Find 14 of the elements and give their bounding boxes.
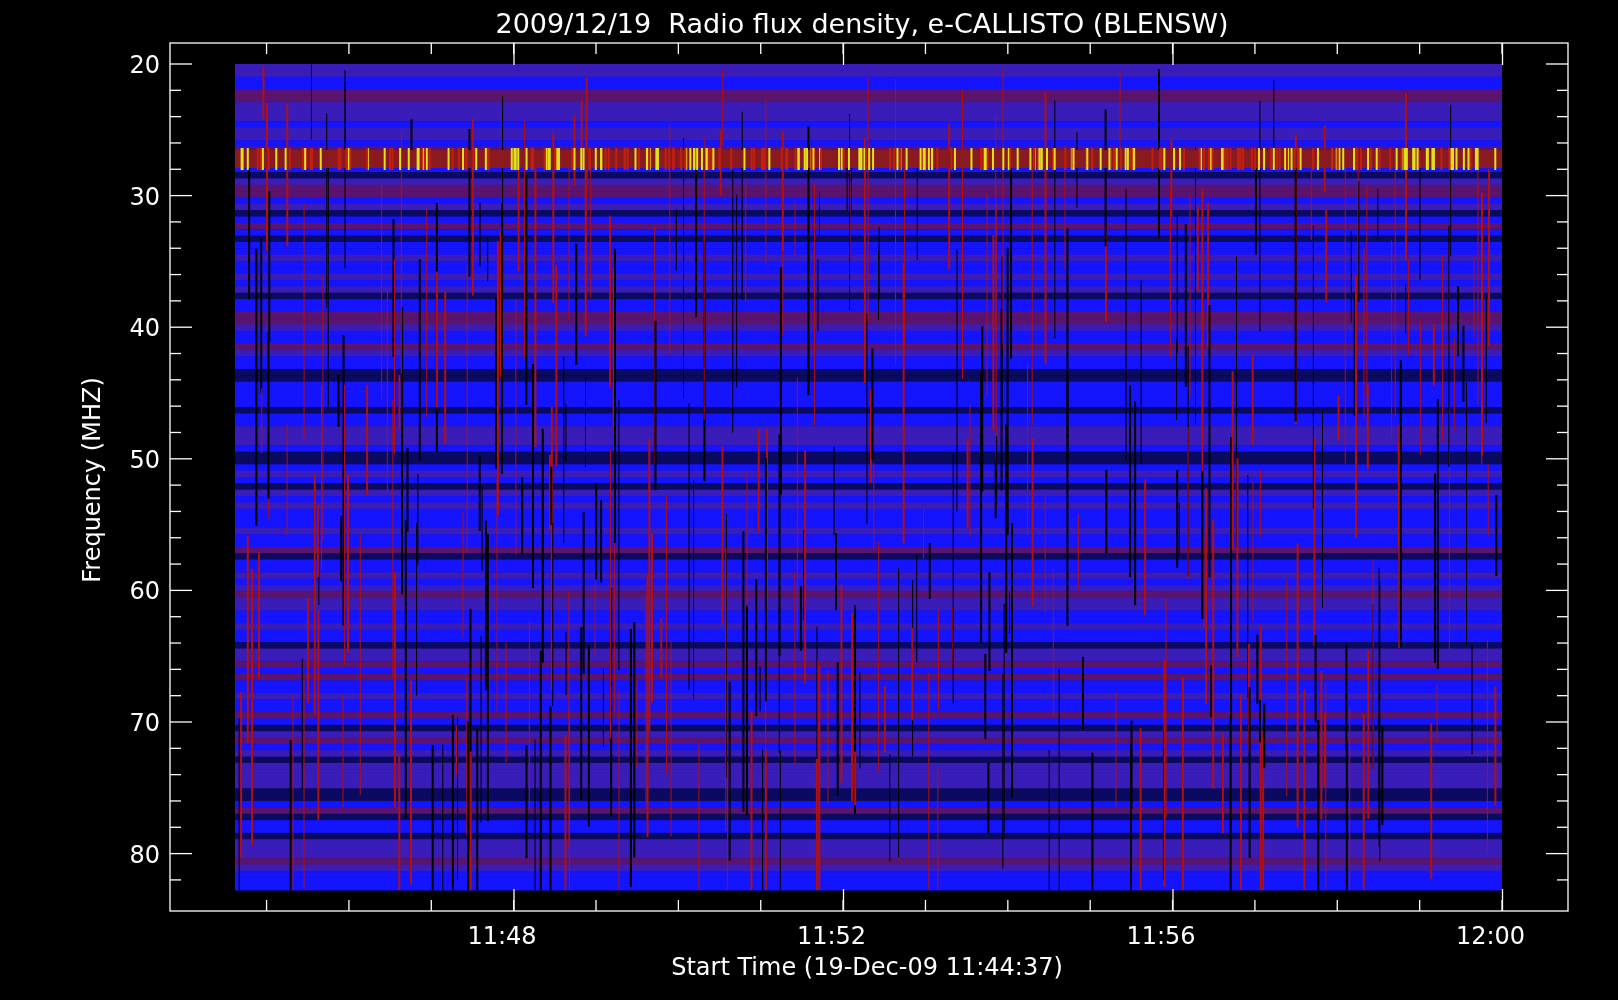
chart-title: 2009/12/19 Radio flux density, e-CALLISTO (BLENSW) — [495, 8, 1229, 39]
y-tick-label: 70 — [129, 709, 160, 737]
y-tick-label: 40 — [129, 314, 160, 343]
x-tick-label: 11:52 — [796, 922, 867, 950]
x-tick-label: 11:48 — [467, 922, 537, 950]
y-tick-label: 50 — [129, 445, 160, 474]
x-axis-label: Start Time (19-Dec-09 11:44:37) — [671, 953, 1063, 981]
x-tick-label: 11:56 — [1126, 922, 1196, 950]
y-tick-label: 20 — [129, 51, 160, 79]
y-tick-label: 80 — [129, 840, 160, 869]
x-tick-label: 12:00 — [1455, 922, 1526, 950]
y-tick-label: 30 — [129, 182, 160, 211]
y-tick-label: 60 — [129, 577, 160, 606]
y-axis-label: Frequency (MHZ) — [78, 377, 106, 583]
